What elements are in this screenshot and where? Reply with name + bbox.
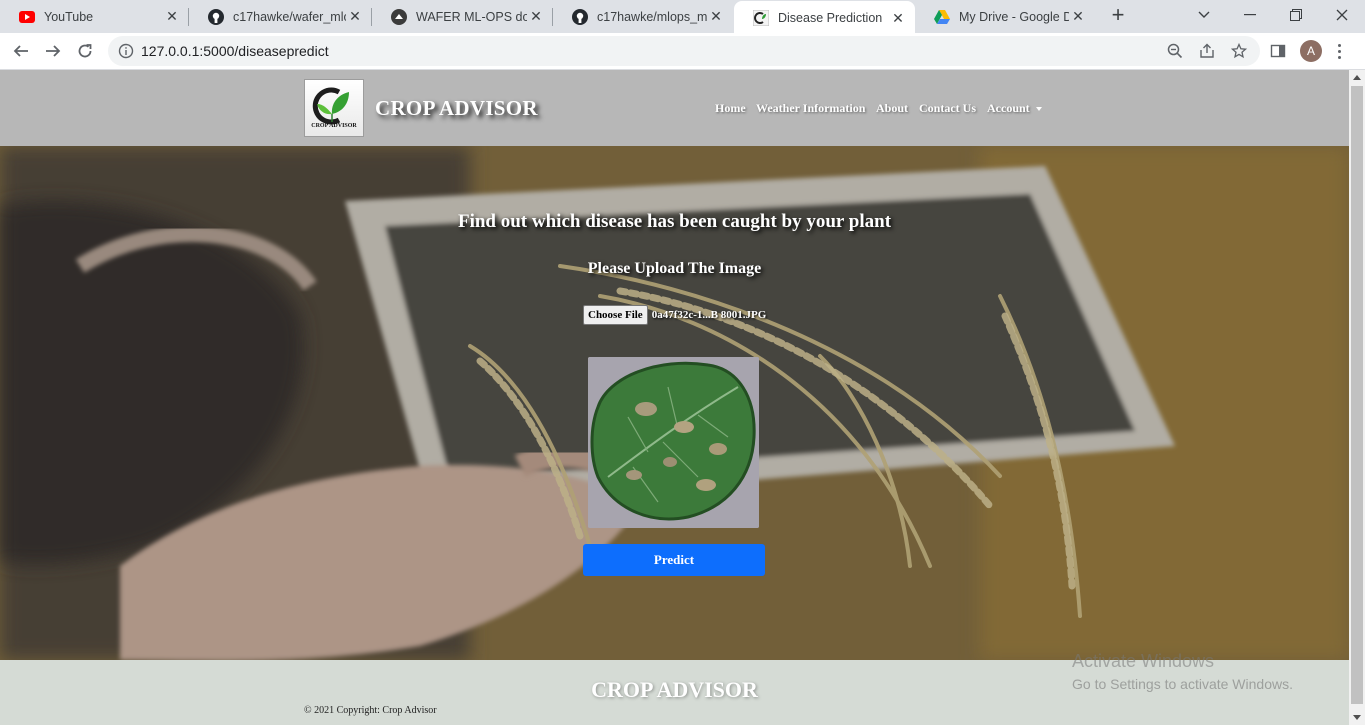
minimize-button[interactable] [1237, 4, 1263, 26]
close-tab-icon[interactable]: ✕ [1069, 8, 1087, 26]
restore-button[interactable] [1283, 4, 1309, 26]
site-header: CROP ADVISOR CROP ADVISOR Home Weather I… [0, 70, 1349, 146]
tab-title: c17hawke/wafer_mlops [233, 9, 346, 24]
github-icon [208, 8, 224, 25]
crop-advisor-logo[interactable]: CROP ADVISOR [304, 79, 364, 137]
tab-mlops-main[interactable]: c17hawke/mlops_main ✕ [553, 0, 733, 33]
back-arrow-icon[interactable] [9, 39, 33, 63]
nav-weather-information[interactable]: Weather Information [756, 101, 865, 116]
hero-section: Find out which disease has been caught b… [0, 146, 1349, 660]
site-info-icon[interactable] [118, 43, 134, 59]
page-viewport: CROP ADVISOR CROP ADVISOR Home Weather I… [0, 70, 1349, 725]
google-drive-icon [934, 9, 950, 25]
forward-arrow-icon[interactable] [41, 39, 65, 63]
nav-home[interactable]: Home [715, 101, 746, 116]
tab-youtube[interactable]: YouTube ✕ [0, 0, 189, 33]
github-icon [572, 8, 588, 25]
url-text[interactable]: 127.0.0.1:5000/diseasepredict [141, 43, 329, 59]
site-brand-title[interactable]: CROP ADVISOR [375, 96, 538, 121]
address-bar[interactable]: 127.0.0.1:5000/diseasepredict [108, 36, 1260, 66]
logo-text: CROP ADVISOR [311, 123, 357, 129]
youtube-icon [19, 9, 35, 25]
choose-file-button[interactable]: Choose File [583, 305, 648, 325]
browser-menu-icon[interactable] [1334, 40, 1344, 62]
tab-wafer-docs[interactable]: WAFER ML-OPS docs ✕ [372, 0, 553, 33]
tab-search-chevron-icon[interactable] [1191, 4, 1217, 26]
tab-title: My Drive - Google Drive [959, 9, 1069, 24]
tab-title: YouTube [44, 9, 94, 24]
scrollbar-thumb[interactable] [1351, 86, 1363, 704]
reload-icon[interactable] [73, 39, 97, 63]
predict-button[interactable]: Predict [583, 544, 765, 576]
file-input[interactable]: Choose File 0a47f32c-1...B 8001.JPG [583, 305, 766, 325]
zoom-out-icon[interactable] [1166, 42, 1184, 60]
page-scrollbar[interactable] [1349, 70, 1365, 725]
caret-down-icon [1035, 107, 1042, 112]
close-window-button[interactable] [1329, 4, 1355, 26]
browser-toolbar: 127.0.0.1:5000/diseasepredict [0, 33, 1365, 70]
selected-file-name: 0a47f32c-1...B 8001.JPG [651, 309, 767, 321]
side-panel-icon[interactable] [1268, 41, 1288, 61]
bookmark-star-icon[interactable] [1230, 42, 1248, 60]
nav-contact-us[interactable]: Contact Us [919, 101, 976, 116]
tab-disease-prediction[interactable]: Disease Prediction ✕ [734, 1, 915, 35]
scroll-down-arrow-icon[interactable] [1353, 715, 1361, 720]
nav-about[interactable]: About [876, 101, 908, 116]
tab-google-drive[interactable]: My Drive - Google Drive ✕ [915, 0, 1095, 33]
docs-icon [391, 8, 407, 25]
close-tab-icon[interactable]: ✕ [889, 9, 907, 27]
profile-avatar[interactable]: A [1300, 40, 1322, 62]
footer-copyright: © 2021 Copyright: Crop Advisor [304, 705, 437, 716]
tab-title: Disease Prediction [778, 11, 883, 25]
close-tab-icon[interactable]: ✕ [527, 8, 545, 26]
close-tab-icon[interactable]: ✕ [346, 8, 364, 26]
tab-title: c17hawke/mlops_main [597, 9, 707, 24]
share-icon[interactable] [1198, 42, 1216, 60]
windows-activation-watermark-text: Go to Settings to activate Windows. [1072, 676, 1293, 692]
nav-account-dropdown[interactable]: Account [987, 101, 1042, 116]
browser-tab-strip: YouTube ✕ c17hawke/wafer_mlops ✕ WAFER M… [0, 0, 1365, 35]
uploaded-leaf-image [588, 357, 759, 528]
tab-title: WAFER ML-OPS docs [416, 9, 527, 24]
tab-wafer-mlops[interactable]: c17hawke/wafer_mlops ✕ [189, 0, 372, 33]
nav-account-label: Account [987, 101, 1030, 115]
scroll-up-arrow-icon[interactable] [1353, 75, 1361, 80]
new-tab-button[interactable]: + [1107, 4, 1129, 27]
close-tab-icon[interactable]: ✕ [163, 8, 181, 26]
hero-title: Find out which disease has been caught b… [457, 211, 892, 232]
crop-advisor-icon [753, 10, 769, 26]
close-tab-icon[interactable]: ✕ [707, 8, 725, 26]
upload-prompt: Please Upload The Image [587, 260, 762, 277]
windows-activation-watermark-title: Activate Windows [1072, 651, 1215, 671]
